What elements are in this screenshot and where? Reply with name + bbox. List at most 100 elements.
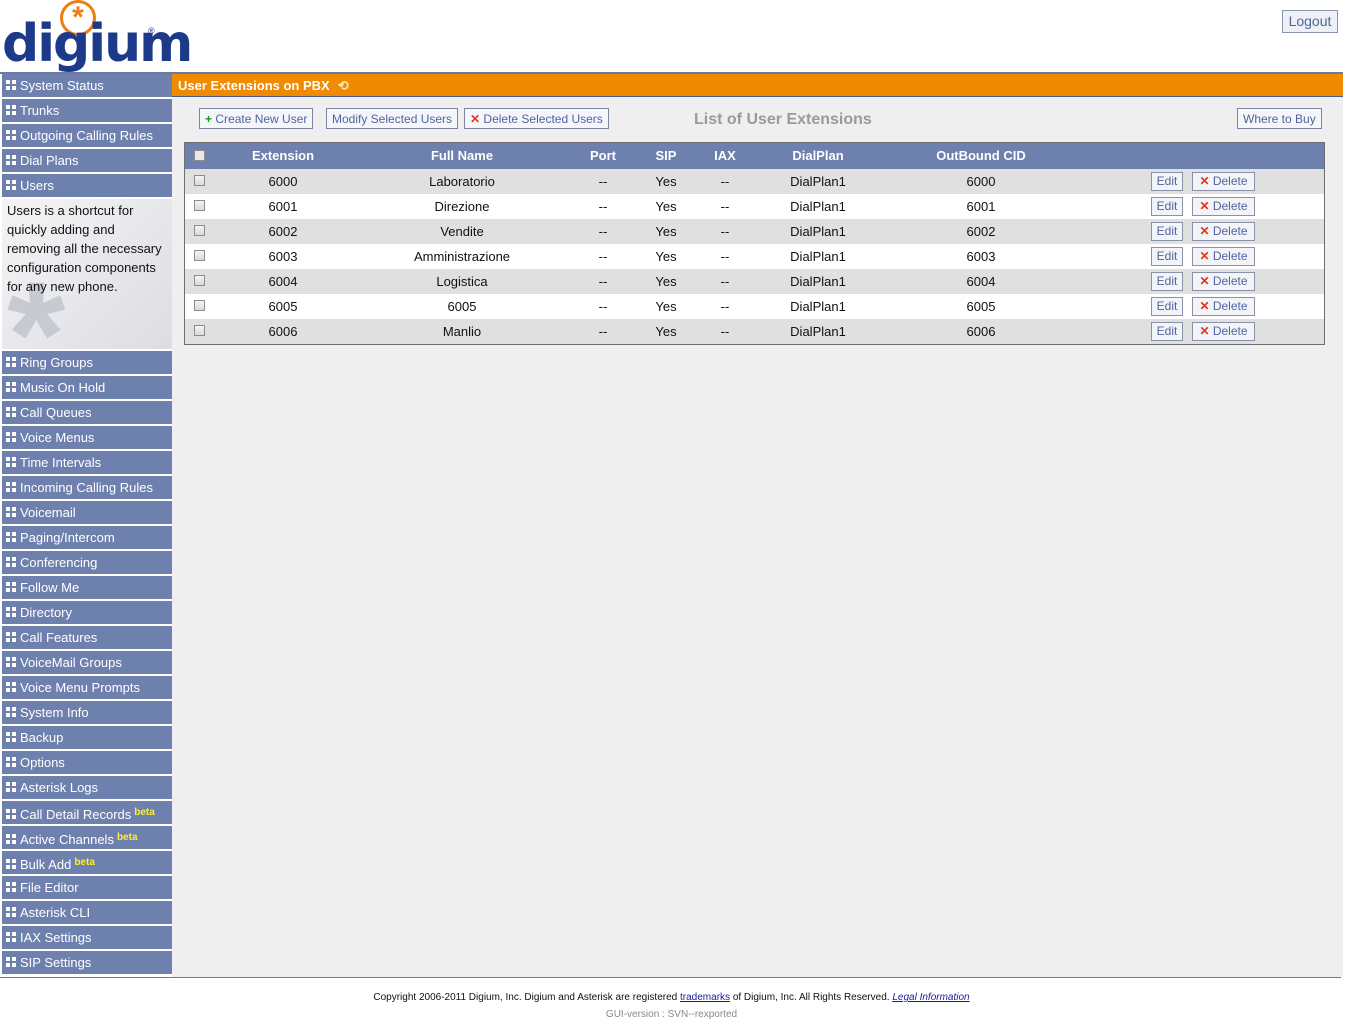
sidebar-item-bulk-add[interactable]: Bulk Add beta bbox=[2, 851, 172, 874]
full-name-cell: Laboratorio bbox=[429, 174, 495, 189]
sidebar-item-ring-groups[interactable]: Ring Groups bbox=[2, 351, 172, 374]
sidebar-item-label: Outgoing Calling Rules bbox=[20, 128, 153, 143]
sidebar-item-label: Follow Me bbox=[20, 580, 80, 595]
sidebar-item-asterisk-cli[interactable]: Asterisk CLI bbox=[2, 901, 172, 924]
col-sip[interactable]: SIP bbox=[636, 143, 696, 169]
table-row: 6004 Logistica -- Yes -- DialPlan1 6004 Edit ✕ D… bbox=[185, 269, 1324, 294]
edit-button[interactable]: Edit bbox=[1151, 172, 1183, 191]
edit-button[interactable]: Edit bbox=[1151, 197, 1183, 216]
sidebar-item-asterisk-logs[interactable]: Asterisk Logs bbox=[2, 776, 172, 799]
main-panel: User Extensions on PBX ⟲ + Create New Use… bbox=[172, 74, 1343, 977]
sidebar-item-voicemail-groups[interactable]: VoiceMail Groups bbox=[2, 651, 172, 674]
sidebar-item-system-status[interactable]: System Status bbox=[2, 74, 172, 97]
grid-icon bbox=[6, 932, 17, 943]
delete-selected-users-button[interactable]: ✕ Delete Selected Users bbox=[464, 108, 609, 129]
sidebar-item-system-info[interactable]: System Info bbox=[2, 701, 172, 724]
sidebar-item-trunks[interactable]: Trunks bbox=[2, 99, 172, 122]
col-dialplan[interactable]: DialPlan bbox=[768, 143, 868, 169]
page-title: User Extensions on PBX bbox=[178, 78, 330, 93]
col-full-name[interactable]: Full Name bbox=[362, 143, 562, 169]
row-checkbox[interactable] bbox=[194, 250, 205, 261]
delete-button[interactable]: ✕ Delete bbox=[1192, 247, 1255, 266]
port-cell: -- bbox=[598, 299, 608, 314]
table-row: 6002 Vendite -- Yes -- DialPlan1 6002 Edit ✕ Del… bbox=[185, 219, 1324, 244]
edit-button[interactable]: Edit bbox=[1151, 297, 1183, 316]
sidebar-item-follow-me[interactable]: Follow Me bbox=[2, 576, 172, 599]
col-outbound-cid[interactable]: OutBound CID bbox=[921, 143, 1041, 169]
full-name-cell: Logistica bbox=[436, 274, 488, 289]
grid-icon bbox=[6, 882, 17, 893]
sidebar-item-label: Options bbox=[20, 755, 65, 770]
select-all-checkbox[interactable] bbox=[194, 150, 205, 161]
sidebar-item-iax-settings[interactable]: IAX Settings bbox=[2, 926, 172, 949]
sidebar-item-options[interactable]: Options bbox=[2, 751, 172, 774]
modify-selected-users-button[interactable]: Modify Selected Users bbox=[326, 108, 459, 129]
refresh-icon[interactable]: ⟲ bbox=[338, 78, 349, 93]
sip-cell: Yes bbox=[655, 274, 677, 289]
beta-badge: beta bbox=[74, 857, 95, 868]
sidebar-item-conferencing[interactable]: Conferencing bbox=[2, 551, 172, 574]
row-checkbox[interactable] bbox=[194, 175, 205, 186]
sidebar-item-call-queues[interactable]: Call Queues bbox=[2, 401, 172, 424]
sidebar-item-outgoing-calling-rules[interactable]: Outgoing Calling Rules bbox=[2, 124, 172, 147]
row-checkbox[interactable] bbox=[194, 325, 205, 336]
delete-x-icon: ✕ bbox=[1199, 299, 1213, 313]
grid-icon bbox=[6, 907, 17, 918]
sidebar-item-music-on-hold[interactable]: Music On Hold bbox=[2, 376, 172, 399]
outbound-cid-cell: 6005 bbox=[966, 299, 996, 314]
col-iax[interactable]: IAX bbox=[695, 143, 755, 169]
delete-button[interactable]: ✕ Delete bbox=[1192, 322, 1255, 341]
row-checkbox[interactable] bbox=[194, 275, 205, 286]
col-port[interactable]: Port bbox=[573, 143, 633, 169]
grid-icon bbox=[6, 457, 17, 468]
sidebar-item-voice-menus[interactable]: Voice Menus bbox=[2, 426, 172, 449]
logo-wordmark: digium bbox=[2, 14, 193, 74]
registered-mark: ® bbox=[148, 26, 155, 36]
edit-button[interactable]: Edit bbox=[1151, 222, 1183, 241]
delete-button[interactable]: ✕ Delete bbox=[1192, 297, 1255, 316]
extension-cell: 6002 bbox=[268, 224, 298, 239]
delete-button[interactable]: ✕ Delete bbox=[1192, 222, 1255, 241]
delete-button[interactable]: ✕ Delete bbox=[1192, 172, 1255, 191]
sidebar-item-directory[interactable]: Directory bbox=[2, 601, 172, 624]
where-to-buy-button[interactable]: Where to Buy bbox=[1237, 108, 1322, 129]
sidebar-item-label: Time Intervals bbox=[20, 455, 102, 470]
sidebar-item-time-intervals[interactable]: Time Intervals bbox=[2, 451, 172, 474]
grid-icon bbox=[6, 357, 17, 368]
sidebar-item-label: Paging/Intercom bbox=[20, 530, 115, 545]
trademarks-link[interactable]: trademarks bbox=[680, 992, 730, 1003]
sidebar-item-sip-settings[interactable]: SIP Settings bbox=[2, 951, 172, 974]
logout-button[interactable]: Logout bbox=[1282, 10, 1338, 33]
sidebar-item-backup[interactable]: Backup bbox=[2, 726, 172, 749]
edit-button[interactable]: Edit bbox=[1151, 322, 1183, 341]
delete-button[interactable]: ✕ Delete bbox=[1192, 197, 1255, 216]
delete-button[interactable]: ✕ Delete bbox=[1192, 272, 1255, 291]
extension-cell: 6003 bbox=[268, 249, 298, 264]
col-extension[interactable]: Extension bbox=[233, 143, 333, 169]
sidebar-item-active-channels[interactable]: Active Channels beta bbox=[2, 826, 172, 849]
sidebar-item-incoming-calling-rules[interactable]: Incoming Calling Rules bbox=[2, 476, 172, 499]
grid-icon bbox=[6, 682, 17, 693]
sidebar-item-call-features[interactable]: Call Features bbox=[2, 626, 172, 649]
sidebar-item-voice-menu-prompts[interactable]: Voice Menu Prompts bbox=[2, 676, 172, 699]
sidebar-item-dial-plans[interactable]: Dial Plans bbox=[2, 149, 172, 172]
edit-button[interactable]: Edit bbox=[1151, 272, 1183, 291]
grid-icon bbox=[6, 957, 17, 968]
create-new-user-button[interactable]: + Create New User bbox=[199, 108, 314, 129]
sidebar-item-paging-intercom[interactable]: Paging/Intercom bbox=[2, 526, 172, 549]
grid-icon bbox=[6, 707, 17, 718]
sidebar-item-label: System Info bbox=[20, 705, 89, 720]
sip-cell: Yes bbox=[655, 299, 677, 314]
sidebar-item-voicemail[interactable]: Voicemail bbox=[2, 501, 172, 524]
row-checkbox[interactable] bbox=[194, 225, 205, 236]
sidebar-item-file-editor[interactable]: File Editor bbox=[2, 876, 172, 899]
sidebar-item-call-detail-records[interactable]: Call Detail Records beta bbox=[2, 801, 172, 824]
sidebar-item-users[interactable]: Users bbox=[2, 174, 172, 197]
outbound-cid-cell: 6002 bbox=[966, 224, 996, 239]
grid-icon bbox=[6, 507, 17, 518]
edit-button[interactable]: Edit bbox=[1151, 247, 1183, 266]
sidebar-item-label: System Status bbox=[20, 78, 104, 93]
legal-information-link[interactable]: Legal Information bbox=[892, 992, 969, 1003]
row-checkbox[interactable] bbox=[194, 300, 205, 311]
row-checkbox[interactable] bbox=[194, 200, 205, 211]
